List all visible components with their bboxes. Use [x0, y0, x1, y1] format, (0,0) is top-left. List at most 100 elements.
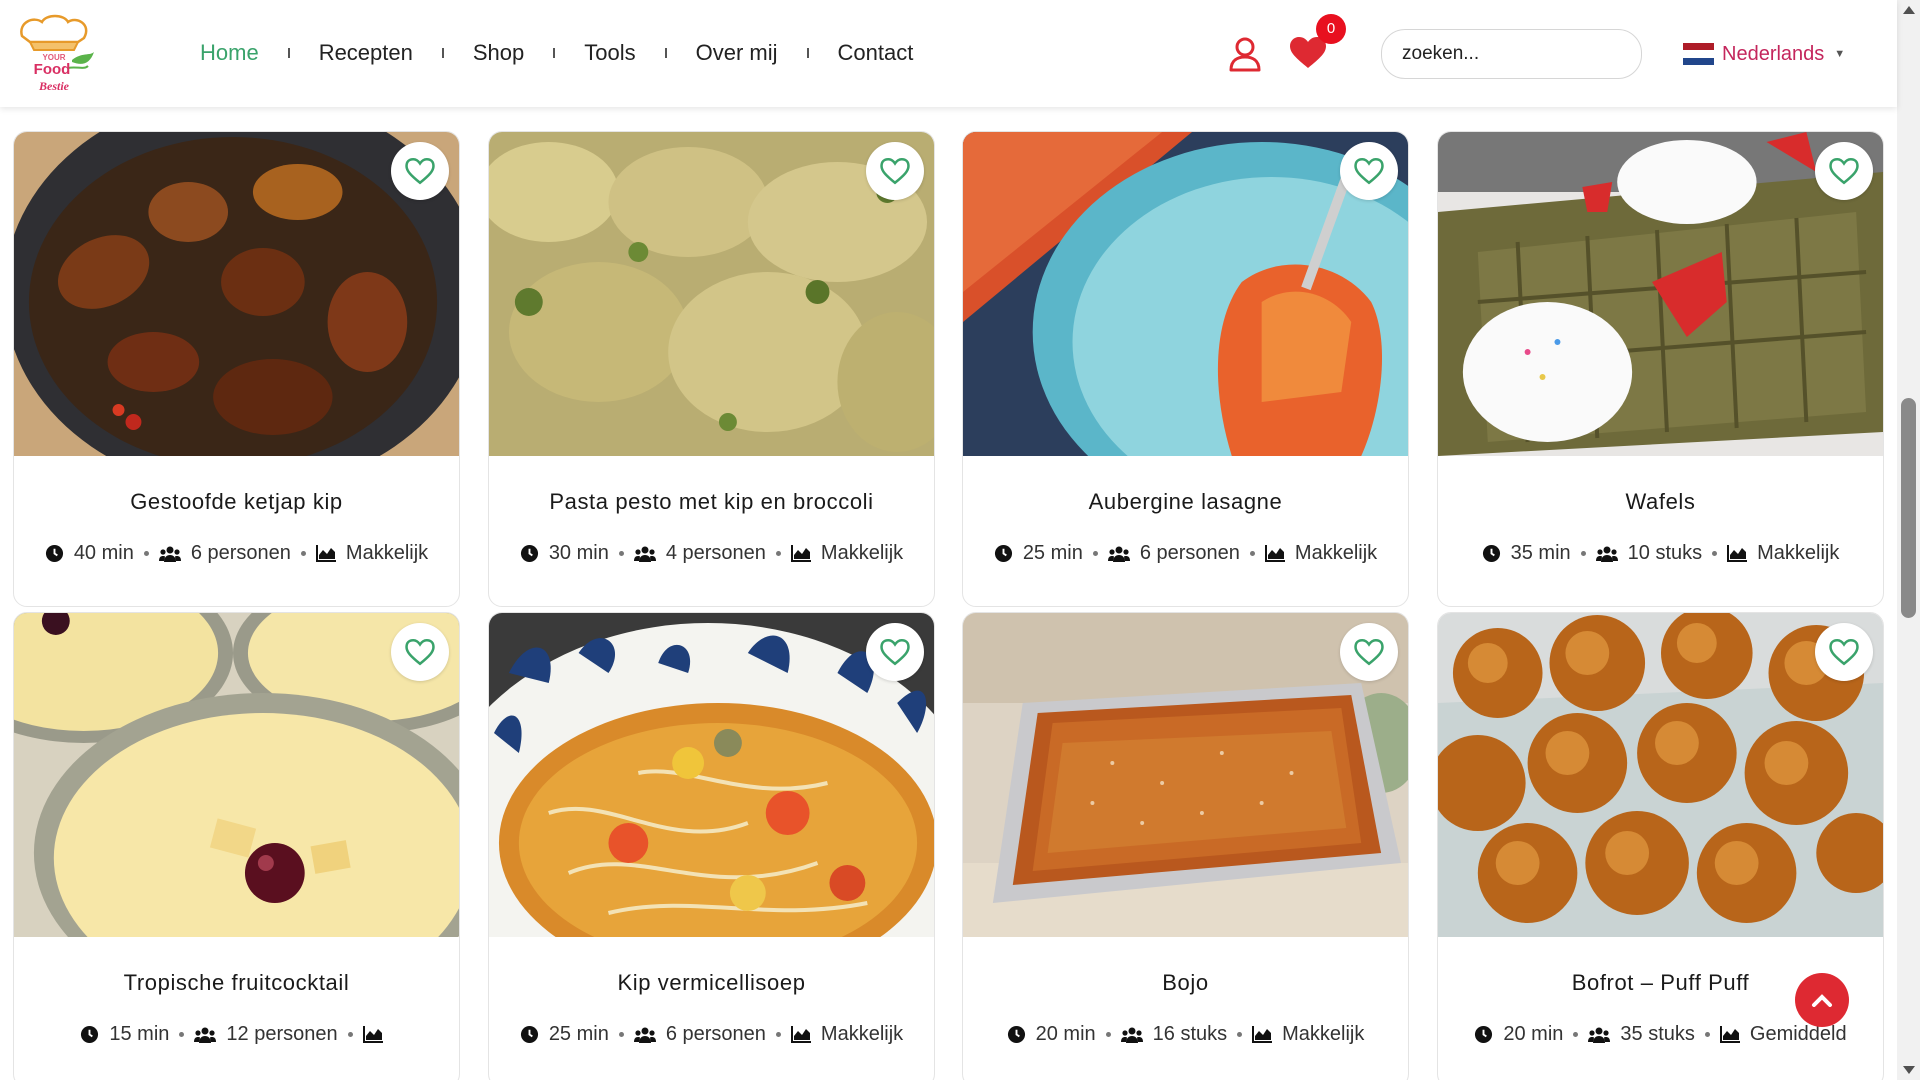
difficulty-chart-icon: [1719, 1026, 1740, 1043]
people-icon: [633, 546, 656, 562]
heart-outline-icon: [1829, 157, 1859, 185]
logo-text-bestie: Bestie: [38, 79, 70, 93]
recipe-card[interactable]: Gestoofde ketjap kip 40 min 6 personen M…: [13, 131, 460, 607]
recipe-title[interactable]: Bojo: [963, 970, 1408, 996]
site-header: YOUR Food Bestie Home Recepten Shop Tool…: [0, 0, 1897, 107]
recipe-meta: 35 min 10 stuks Makkelijk: [1438, 542, 1883, 565]
nav-over-mij[interactable]: Over mij: [667, 36, 807, 70]
heart-outline-icon: [880, 638, 910, 666]
add-favorite-button[interactable]: [1340, 623, 1398, 681]
clock-icon: [1482, 544, 1500, 563]
servings: 12 personen: [226, 1023, 338, 1045]
search-input[interactable]: [1381, 29, 1642, 79]
add-favorite-button[interactable]: [1340, 142, 1398, 200]
recipe-title[interactable]: Wafels: [1438, 489, 1883, 515]
clock-icon: [520, 544, 538, 563]
recipe-card[interactable]: Tropische fruitcocktail 15 min 12 person…: [13, 612, 460, 1080]
add-favorite-button[interactable]: [1815, 623, 1873, 681]
prep-time: 30 min: [548, 542, 609, 564]
difficulty: Makkelijk: [345, 542, 429, 564]
difficulty-chart-icon: [362, 1026, 383, 1043]
nav-home[interactable]: Home: [200, 36, 288, 70]
user-account-icon[interactable]: [1228, 36, 1262, 72]
people-icon: [1120, 1027, 1143, 1043]
logo-text-food: Food: [34, 61, 71, 78]
nav-contact[interactable]: Contact: [809, 36, 943, 70]
clock-icon: [1475, 1025, 1493, 1044]
language-label: Nederlands: [1722, 42, 1825, 65]
scroll-up-arrow-icon[interactable]: [1903, 6, 1915, 14]
recipe-title[interactable]: Tropische fruitcocktail: [14, 970, 459, 996]
servings: 16 stuks: [1152, 1023, 1228, 1045]
servings: 6 personen: [190, 542, 291, 564]
difficulty-chart-icon: [790, 1026, 811, 1043]
difficulty: Makkelijk: [820, 1023, 904, 1045]
prep-time: 25 min: [1022, 542, 1083, 564]
people-icon: [1595, 546, 1618, 562]
difficulty-chart-icon: [1727, 545, 1748, 562]
recipe-title[interactable]: Gestoofde ketjap kip: [14, 489, 459, 515]
language-selector[interactable]: Nederlands ▼: [1683, 40, 1845, 68]
recipe-card[interactable]: Pasta pesto met kip en broccoli 30 min 4…: [488, 131, 935, 607]
recipe-card[interactable]: Bojo 20 min 16 stuks Makkelijk: [962, 612, 1409, 1080]
recipe-card[interactable]: Wafels 35 min 10 stuks Makkelijk: [1437, 131, 1884, 607]
recipe-meta: 15 min 12 personen: [14, 1023, 459, 1046]
nav-tools[interactable]: Tools: [555, 36, 664, 70]
prep-time: 15 min: [109, 1023, 170, 1045]
add-favorite-button[interactable]: [866, 142, 924, 200]
difficulty-chart-icon: [1264, 545, 1285, 562]
prep-time: 25 min: [548, 1023, 609, 1045]
add-favorite-button[interactable]: [391, 623, 449, 681]
scrollbar-thumb[interactable]: [1901, 398, 1916, 618]
difficulty-chart-icon: [790, 545, 811, 562]
difficulty: Makkelijk: [820, 542, 904, 564]
main-nav: Home Recepten Shop Tools Over mij Contac…: [200, 36, 942, 70]
people-icon: [1588, 1027, 1611, 1043]
recipe-card[interactable]: Aubergine lasagne 25 min 6 personen Makk…: [962, 131, 1409, 607]
clock-icon: [520, 1025, 538, 1044]
recipe-card[interactable]: Kip vermicellisoep 25 min 6 personen Mak…: [488, 612, 935, 1080]
prep-time: 35 min: [1510, 542, 1571, 564]
servings: 10 stuks: [1627, 542, 1703, 564]
difficulty-chart-icon: [315, 545, 336, 562]
clock-icon: [45, 544, 63, 563]
page-scrollbar[interactable]: [1897, 0, 1920, 1080]
people-icon: [1107, 546, 1130, 562]
nav-shop[interactable]: Shop: [444, 36, 553, 70]
add-favorite-button[interactable]: [391, 142, 449, 200]
recipe-title[interactable]: Aubergine lasagne: [963, 489, 1408, 515]
heart-outline-icon: [880, 157, 910, 185]
difficulty: Makkelijk: [1757, 542, 1840, 564]
chevron-up-icon: [1812, 994, 1832, 1007]
add-favorite-button[interactable]: [1815, 142, 1873, 200]
difficulty-chart-icon: [1252, 1026, 1273, 1043]
heart-outline-icon: [1354, 157, 1384, 185]
scroll-down-arrow-icon[interactable]: [1903, 1066, 1915, 1074]
favorites-count-badge: 0: [1316, 14, 1346, 44]
nav-recepten[interactable]: Recepten: [290, 36, 442, 70]
heart-outline-icon: [1354, 638, 1384, 666]
site-logo[interactable]: YOUR Food Bestie: [12, 12, 96, 94]
servings: 35 stuks: [1620, 1023, 1695, 1045]
servings: 4 personen: [665, 542, 766, 564]
servings: 6 personen: [665, 1023, 766, 1045]
heart-outline-icon: [405, 638, 435, 666]
clock-icon: [81, 1025, 99, 1044]
prep-time: 40 min: [73, 542, 134, 564]
recipe-meta: 30 min 4 personen Makkelijk: [489, 542, 934, 565]
prep-time: 20 min: [1035, 1023, 1096, 1045]
heart-outline-icon: [405, 157, 435, 185]
caret-down-icon: ▼: [1834, 48, 1846, 60]
recipe-meta: 25 min 6 personen Makkelijk: [963, 542, 1408, 565]
dutch-flag-icon: [1683, 43, 1714, 65]
clock-icon: [1007, 1025, 1025, 1044]
people-icon: [194, 1027, 217, 1043]
back-to-top-button[interactable]: [1795, 973, 1849, 1027]
heart-outline-icon: [1829, 638, 1859, 666]
people-icon: [633, 1027, 656, 1043]
recipe-meta: 25 min 6 personen Makkelijk: [489, 1023, 934, 1046]
recipe-title[interactable]: Kip vermicellisoep: [489, 970, 934, 996]
add-favorite-button[interactable]: [866, 623, 924, 681]
recipe-meta: 20 min 16 stuks Makkelijk: [963, 1023, 1408, 1046]
recipe-title[interactable]: Pasta pesto met kip en broccoli: [489, 489, 934, 515]
